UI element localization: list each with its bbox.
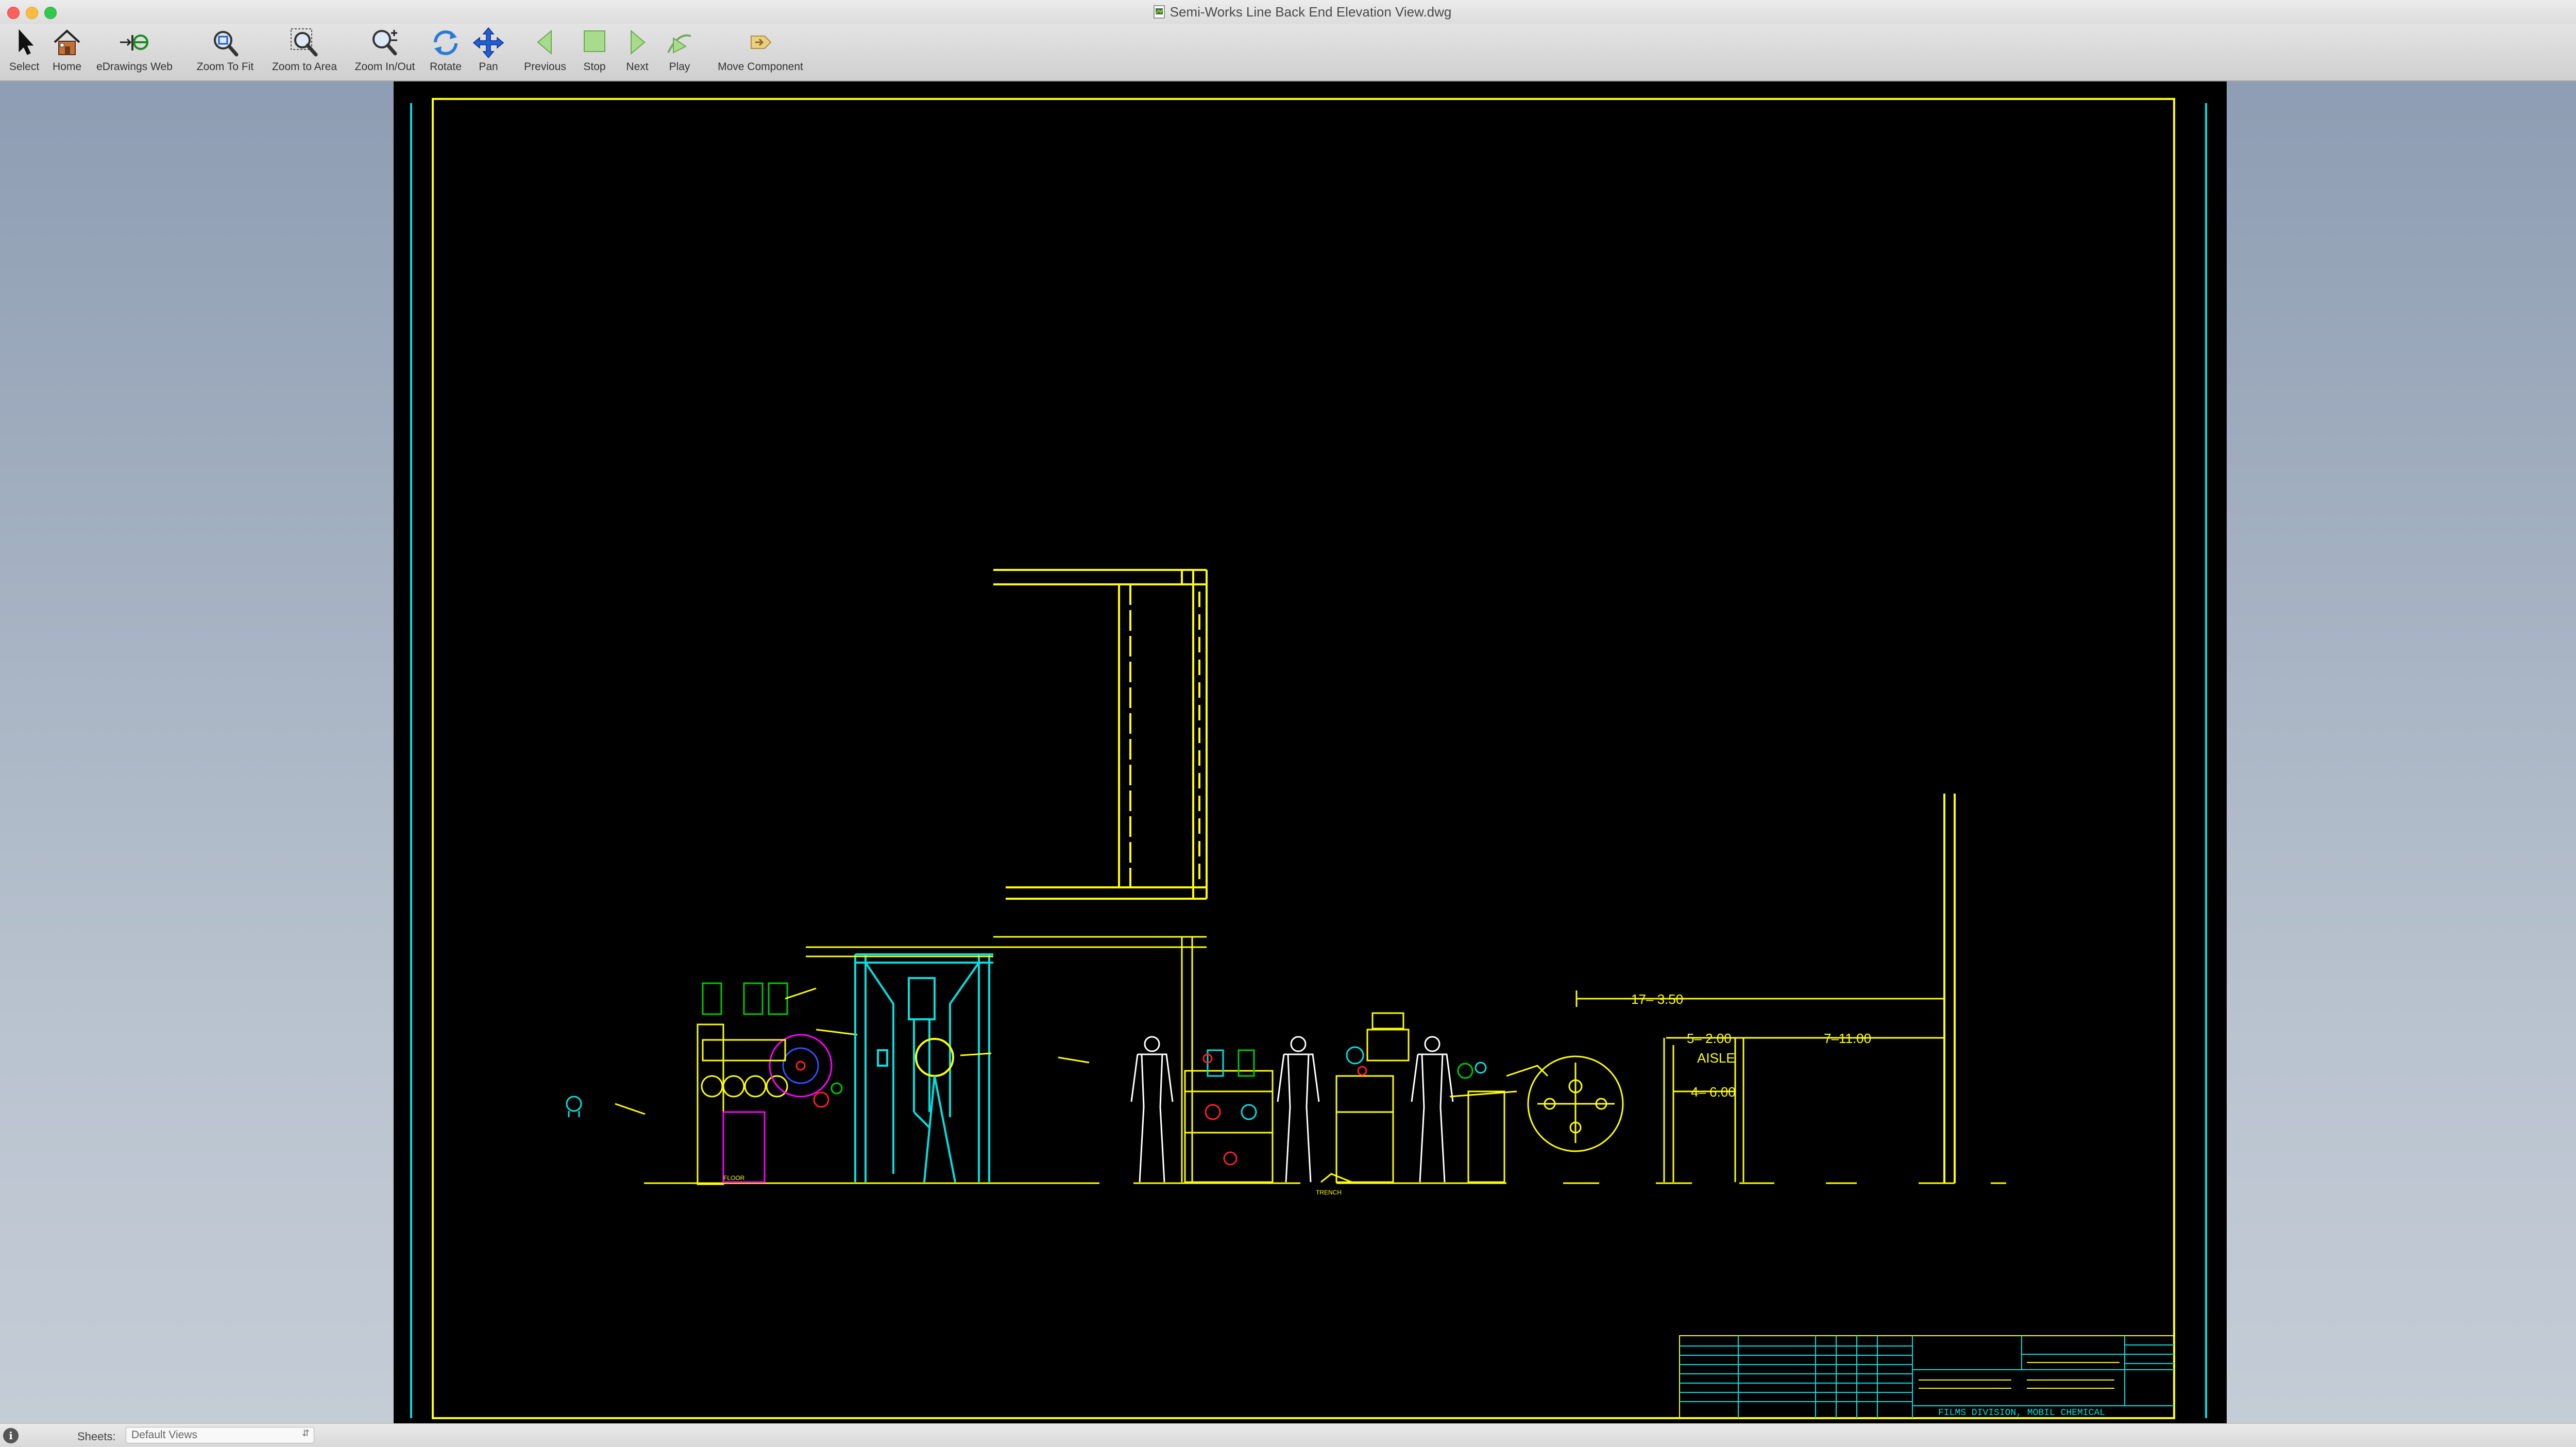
play-tool-label: Play — [669, 61, 690, 73]
home-tool-label: Home — [52, 61, 82, 73]
drawing-sheet[interactable]: FLOOR TRENCH 17– 3.50 5– 2.00 AISLE 4– 6… — [394, 81, 2227, 1423]
slitter-unit — [1184, 1049, 1352, 1183]
dim-aisle-total: 5– 2.00 — [1687, 1031, 1732, 1046]
play-tool-button[interactable]: Play — [660, 26, 699, 77]
home-tool-button[interactable]: Home — [46, 26, 88, 77]
play-path-icon — [667, 34, 691, 54]
move-component-tool-button[interactable]: Move Component — [710, 26, 811, 77]
pan-tool-button[interactable]: Pan — [468, 26, 509, 77]
magnifier-fit-icon — [214, 31, 239, 57]
upper-enclosure — [993, 569, 1208, 900]
main-toolbar: Select Home eDrawings Web Zoom To Fit Zo… — [0, 24, 2576, 81]
floor-label: FLOOR — [723, 1174, 745, 1182]
magnifier-area-icon — [291, 28, 318, 57]
dimension-lines — [1575, 990, 1944, 1182]
edrawings-web-tool-label: eDrawings Web — [96, 61, 173, 73]
dim-aisle-label: AISLE — [1697, 1050, 1735, 1066]
drawing-viewport[interactable]: FLOOR TRENCH 17– 3.50 5– 2.00 AISLE 4– 6… — [0, 81, 2576, 1423]
stop-tool-label: Stop — [583, 61, 606, 73]
cad-drawing-canvas[interactable]: FLOOR TRENCH 17– 3.50 5– 2.00 AISLE 4– 6… — [394, 81, 2227, 1423]
sheets-selected-value: Default Views — [131, 1429, 198, 1441]
rotate-tool-label: Rotate — [430, 61, 462, 73]
select-tool-label: Select — [9, 61, 40, 73]
zoom-in-out-tool-button[interactable]: Zoom In/Out — [347, 26, 422, 77]
title-block-company: FILMS DIVISION, MOBIL CHEMICAL — [1938, 1408, 2105, 1418]
rewind-machines — [1335, 1012, 1549, 1183]
finished-roll — [1527, 1055, 1624, 1152]
sheets-dropdown[interactable]: Default Views ⇵ — [126, 1427, 314, 1443]
chevron-updown-icon: ⇵ — [301, 1428, 310, 1438]
edrawings-web-tool-button[interactable]: eDrawings Web — [91, 26, 178, 77]
title-bar: Semi-Works Line Back End Elevation View.… — [0, 0, 2576, 24]
rotate-tool-button[interactable]: Rotate — [426, 26, 466, 77]
winder-machinery — [566, 982, 858, 1185]
previous-tool-button[interactable]: Previous — [518, 26, 572, 77]
zoom-to-fit-tool-button[interactable]: Zoom To Fit — [191, 26, 260, 77]
window-title-group: Semi-Works Line Back End Elevation View.… — [0, 0, 2576, 24]
triangle-left-icon — [537, 29, 552, 55]
sheets-label: Sheets: — [77, 1430, 116, 1443]
pan-tool-label: Pan — [479, 61, 498, 73]
four-way-arrows-icon — [472, 27, 504, 59]
triangle-right-icon — [631, 29, 646, 55]
magnifier-plus-minus-icon — [372, 30, 397, 56]
stop-tool-button[interactable]: Stop — [576, 26, 613, 77]
info-icon[interactable]: i — [3, 1428, 19, 1443]
window-title: Semi-Works Line Back End Elevation View.… — [1170, 4, 1452, 20]
edrawings-window: Semi-Works Line Back End Elevation View.… — [0, 0, 2576, 1447]
next-tool-label: Next — [626, 61, 649, 73]
move-component-tool-label: Move Component — [718, 61, 803, 73]
title-block — [1679, 1335, 2175, 1419]
zoom-to-area-tool-label: Zoom to Area — [272, 61, 337, 73]
rotate-arrows-icon — [434, 30, 457, 55]
dim-right-span: 7–11.00 — [1824, 1031, 1871, 1046]
cyan-frame-structure — [854, 953, 993, 1183]
dim-aisle-inner: 4– 6.00 — [1691, 1084, 1736, 1100]
select-tool-button[interactable]: Select — [4, 26, 44, 77]
dwg-document-icon — [1153, 5, 1165, 19]
next-tool-button[interactable]: Next — [618, 26, 656, 77]
zoom-to-fit-tool-label: Zoom To Fit — [196, 61, 254, 73]
dim-overall: 17– 3.50 — [1631, 991, 1683, 1007]
edrawings-web-icon — [120, 35, 148, 51]
arrow-pointer-icon — [19, 29, 34, 55]
zoom-to-area-tool-button[interactable]: Zoom to Area — [266, 26, 343, 77]
previous-tool-label: Previous — [524, 61, 566, 73]
right-support-column — [1943, 794, 1956, 1183]
square-stop-icon — [584, 30, 605, 52]
house-icon — [54, 29, 80, 55]
status-bar: i Sheets: Default Views ⇵ — [0, 1423, 2576, 1447]
zoom-in-out-tool-label: Zoom In/Out — [354, 61, 415, 73]
move-component-icon — [751, 36, 772, 49]
trench-label: TRENCH — [1316, 1189, 1342, 1196]
operator-figures — [1130, 1036, 1454, 1183]
sheet-border — [410, 98, 2207, 1419]
